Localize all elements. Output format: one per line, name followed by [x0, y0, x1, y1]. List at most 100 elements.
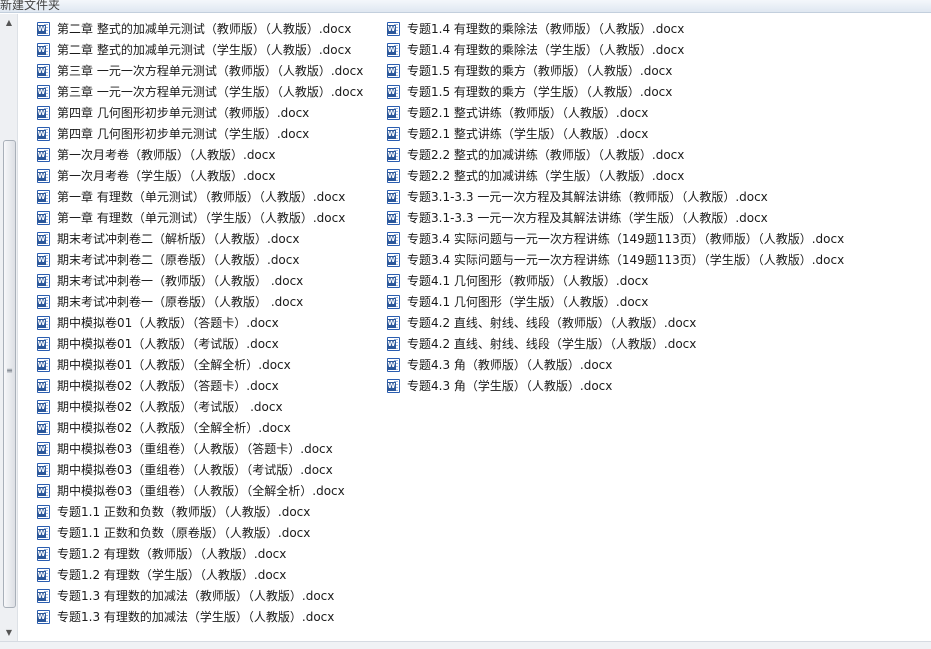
word-document-icon: W: [37, 315, 50, 330]
file-name: 专题4.2 直线、射线、线段（学生版）（人教版）.docx: [407, 337, 697, 351]
word-letter-glyph: W: [387, 255, 396, 265]
file-name: 第三章 一元一次方程单元测试（教师版）（人教版）.docx: [57, 64, 364, 78]
file-name: 专题4.1 几何图形（学生版）（人教版）.docx: [407, 295, 649, 309]
file-item[interactable]: W 专题4.3 角（学生版）（人教版）.docx: [387, 375, 931, 396]
file-item[interactable]: W 期中模拟卷01（人教版）（全解全析）.docx: [37, 354, 382, 375]
file-item[interactable]: W 专题4.1 几何图形（教师版）（人教版）.docx: [387, 270, 931, 291]
file-item[interactable]: W 专题4.1 几何图形（学生版）（人教版）.docx: [387, 291, 931, 312]
word-letter-glyph: W: [37, 45, 46, 55]
word-document-icon: W: [37, 147, 50, 162]
word-letter-glyph: W: [387, 150, 396, 160]
file-item[interactable]: W 期中模拟卷03（重组卷）（人教版）（全解全析）.docx: [37, 480, 382, 501]
word-letter-glyph: W: [387, 234, 396, 244]
file-name: 第二章 整式的加减单元测试（教师版）（人教版）.docx: [57, 22, 352, 36]
file-item[interactable]: W 第一次月考卷（学生版）（人教版）.docx: [37, 165, 382, 186]
word-document-icon: W: [37, 273, 50, 288]
file-item[interactable]: W 第一章 有理数（单元测试）（学生版）（人教版）.docx: [37, 207, 382, 228]
word-letter-glyph: W: [37, 360, 46, 370]
file-item[interactable]: W 专题4.2 直线、射线、线段（教师版）（人教版）.docx: [387, 312, 931, 333]
file-item[interactable]: W 期中模拟卷01（人教版）（答题卡）.docx: [37, 312, 382, 333]
file-name: 专题2.1 整式讲练（教师版）（人教版）.docx: [407, 106, 649, 120]
vertical-scrollbar[interactable]: ▲ ≡ ▼: [0, 14, 18, 641]
file-item[interactable]: W 专题3.4 实际问题与一元一次方程讲练（149题113页）（学生版）（人教版）…: [387, 249, 931, 270]
file-item[interactable]: W 期末考试冲刺卷一（教师版）（人教版） .docx: [37, 270, 382, 291]
word-letter-glyph: W: [37, 402, 46, 412]
file-name: 专题1.5 有理数的乘方（学生版）（人教版）.docx: [407, 85, 673, 99]
word-letter-glyph: W: [37, 276, 46, 286]
word-document-icon: W: [37, 546, 50, 561]
word-letter-glyph: W: [37, 24, 46, 34]
file-item[interactable]: W 期末考试冲刺卷二（原卷版）（人教版）.docx: [37, 249, 382, 270]
file-name: 专题3.4 实际问题与一元一次方程讲练（149题113页）（学生版）（人教版）.…: [407, 253, 845, 267]
word-letter-glyph: W: [37, 234, 46, 244]
file-name: 专题1.2 有理数（教师版）（人教版）.docx: [57, 547, 287, 561]
word-letter-glyph: W: [387, 171, 396, 181]
file-list-column-right: W 专题1.4 有理数的乘除法（教师版）（人教版）.docx W 专题1.4 有理数的…: [387, 18, 931, 396]
file-item[interactable]: W 专题1.2 有理数（教师版）（人教版）.docx: [37, 543, 382, 564]
file-item[interactable]: W 专题1.3 有理数的加减法（学生版）（人教版）.docx: [37, 606, 382, 627]
file-item[interactable]: W 第一章 有理数（单元测试）（教师版）（人教版）.docx: [37, 186, 382, 207]
file-item[interactable]: W 期中模拟卷03（重组卷）（人教版）（答题卡）.docx: [37, 438, 382, 459]
file-item[interactable]: W 专题4.3 角（教师版）（人教版）.docx: [387, 354, 931, 375]
file-name: 期末考试冲刺卷一（教师版）（人教版） .docx: [57, 274, 304, 288]
file-item[interactable]: W 专题1.5 有理数的乘方（教师版）（人教版）.docx: [387, 60, 931, 81]
file-item[interactable]: W 期中模拟卷02（人教版）（全解全析）.docx: [37, 417, 382, 438]
file-item[interactable]: W 专题4.2 直线、射线、线段（学生版）（人教版）.docx: [387, 333, 931, 354]
file-item[interactable]: W 专题1.1 正数和负数（教师版）（人教版）.docx: [37, 501, 382, 522]
file-item[interactable]: W 专题1.1 正数和负数（原卷版）（人教版）.docx: [37, 522, 382, 543]
file-item[interactable]: W 专题1.4 有理数的乘除法（学生版）（人教版）.docx: [387, 39, 931, 60]
scrollbar-thumb[interactable]: ≡: [3, 140, 16, 608]
file-item[interactable]: W 期末考试冲刺卷二（解析版）（人教版）.docx: [37, 228, 382, 249]
file-name: 专题1.2 有理数（学生版）（人教版）.docx: [57, 568, 287, 582]
word-letter-glyph: W: [37, 528, 46, 538]
window-bottom-edge: [0, 641, 931, 649]
file-item[interactable]: W 专题2.1 整式讲练（学生版）（人教版）.docx: [387, 123, 931, 144]
file-item[interactable]: W 期中模拟卷02（人教版）（答题卡）.docx: [37, 375, 382, 396]
file-item[interactable]: W 第三章 一元一次方程单元测试（教师版）（人教版）.docx: [37, 60, 382, 81]
file-item[interactable]: W 第二章 整式的加减单元测试（教师版）（人教版）.docx: [37, 18, 382, 39]
file-item[interactable]: W 专题1.5 有理数的乘方（学生版）（人教版）.docx: [387, 81, 931, 102]
file-item[interactable]: W 专题2.1 整式讲练（教师版）（人教版）.docx: [387, 102, 931, 123]
word-document-icon: W: [37, 378, 50, 393]
word-document-icon: W: [37, 483, 50, 498]
word-document-icon: W: [387, 294, 400, 309]
file-item[interactable]: W 专题1.4 有理数的乘除法（教师版）（人教版）.docx: [387, 18, 931, 39]
word-document-icon: W: [387, 189, 400, 204]
file-item[interactable]: W 第四章 几何图形初步单元测试（学生版）.docx: [37, 123, 382, 144]
file-name: 专题3.1-3.3 一元一次方程及其解法讲练（学生版）（人教版）.docx: [407, 211, 768, 225]
word-letter-glyph: W: [387, 24, 396, 34]
file-name: 期中模拟卷02（人教版）（答题卡）.docx: [57, 379, 279, 393]
file-item[interactable]: W 专题3.1-3.3 一元一次方程及其解法讲练（教师版）（人教版）.docx: [387, 186, 931, 207]
file-item[interactable]: W 专题3.4 实际问题与一元一次方程讲练（149题113页）（教师版）（人教版）…: [387, 228, 931, 249]
file-name: 第一次月考卷（教师版）（人教版）.docx: [57, 148, 276, 162]
word-letter-glyph: W: [387, 360, 396, 370]
word-letter-glyph: W: [37, 423, 46, 433]
file-item[interactable]: W 期中模拟卷03（重组卷）（人教版）（考试版）.docx: [37, 459, 382, 480]
file-item[interactable]: W 第二章 整式的加减单元测试（学生版）（人教版）.docx: [37, 39, 382, 60]
scroll-down-arrow-icon[interactable]: ▼: [0, 624, 18, 641]
file-name: 专题3.1-3.3 一元一次方程及其解法讲练（教师版）（人教版）.docx: [407, 190, 768, 204]
file-item[interactable]: W 专题1.3 有理数的加减法（教师版）（人教版）.docx: [37, 585, 382, 606]
file-item[interactable]: W 专题2.2 整式的加减讲练（学生版）（人教版）.docx: [387, 165, 931, 186]
file-item[interactable]: W 期中模拟卷02（人教版）（考试版） .docx: [37, 396, 382, 417]
file-item[interactable]: W 专题1.2 有理数（学生版）（人教版）.docx: [37, 564, 382, 585]
word-letter-glyph: W: [37, 591, 46, 601]
file-item[interactable]: W 专题3.1-3.3 一元一次方程及其解法讲练（学生版）（人教版）.docx: [387, 207, 931, 228]
file-name: 专题1.4 有理数的乘除法（学生版）（人教版）.docx: [407, 43, 685, 57]
word-letter-glyph: W: [387, 45, 396, 55]
word-document-icon: W: [37, 357, 50, 372]
file-name: 专题1.5 有理数的乘方（教师版）（人教版）.docx: [407, 64, 673, 78]
file-name: 期中模拟卷03（重组卷）（人教版）（考试版）.docx: [57, 463, 333, 477]
file-item[interactable]: W 专题2.2 整式的加减讲练（教师版）（人教版）.docx: [387, 144, 931, 165]
file-name: 期中模拟卷03（重组卷）（人教版）（答题卡）.docx: [57, 442, 333, 456]
scroll-up-arrow-icon[interactable]: ▲: [0, 14, 18, 31]
file-item[interactable]: W 期中模拟卷01（人教版）（考试版）.docx: [37, 333, 382, 354]
file-item[interactable]: W 第一次月考卷（教师版）（人教版）.docx: [37, 144, 382, 165]
word-document-icon: W: [37, 504, 50, 519]
word-letter-glyph: W: [387, 381, 396, 391]
file-item[interactable]: W 第三章 一元一次方程单元测试（学生版）（人教版）.docx: [37, 81, 382, 102]
file-item[interactable]: W 期末考试冲刺卷一（原卷版）（人教版） .docx: [37, 291, 382, 312]
file-item[interactable]: W 第四章 几何图形初步单元测试（教师版）.docx: [37, 102, 382, 123]
word-document-icon: W: [37, 105, 50, 120]
word-document-icon: W: [37, 441, 50, 456]
